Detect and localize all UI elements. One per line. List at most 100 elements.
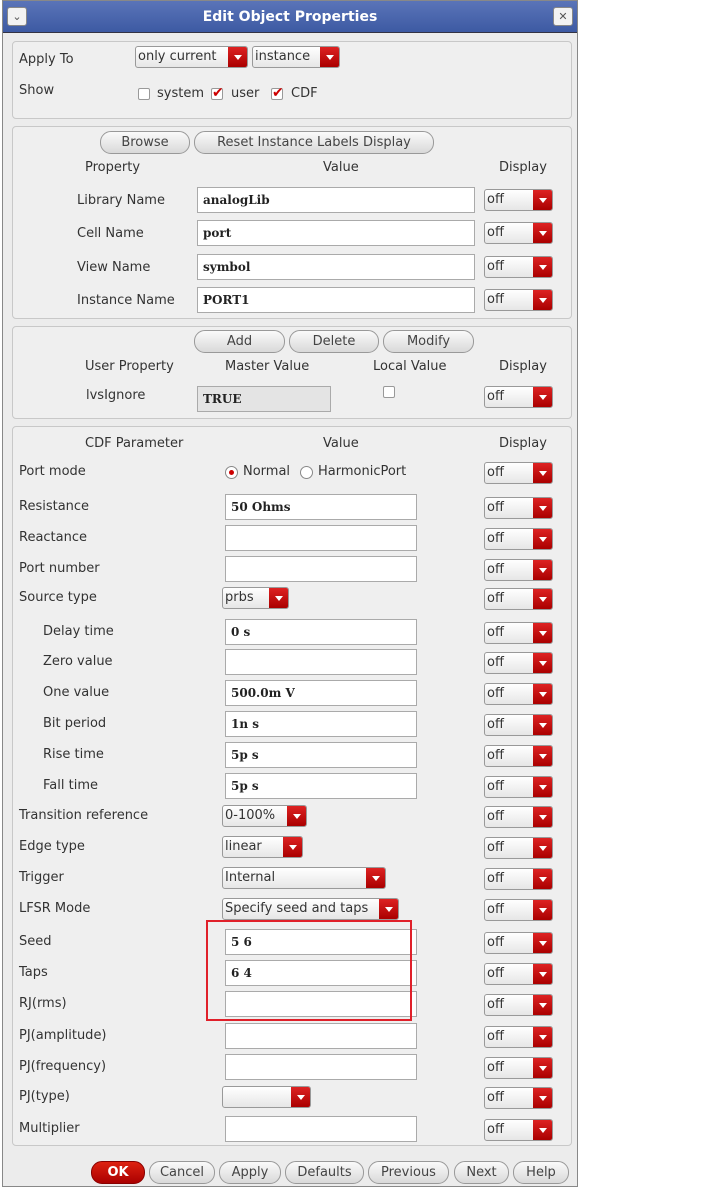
cdf-value-field[interactable]: 6 4 [225, 960, 417, 986]
close-button[interactable]: ✕ [553, 7, 573, 26]
dropdown-arrow-icon [533, 223, 552, 243]
property-value-field[interactable]: PORT1 [197, 287, 475, 313]
display-select-value: off [487, 292, 504, 307]
dropdown-arrow-icon [533, 623, 552, 643]
cdf-parameter-label: LFSR Mode [19, 901, 91, 916]
display-select[interactable]: off [484, 806, 553, 828]
apply-type-select[interactable]: instance [252, 46, 340, 68]
display-select[interactable]: off [484, 1026, 553, 1048]
property-label: View Name [77, 260, 151, 275]
cdf-value-field[interactable]: 5p s [225, 773, 417, 799]
display-select[interactable]: off [484, 622, 553, 644]
port-mode-radio-harmonicport[interactable] [300, 466, 313, 479]
cdf-value-select[interactable]: 0-100% [222, 805, 307, 827]
display-select[interactable]: off [484, 1057, 553, 1079]
cdf-value-field[interactable] [225, 1054, 417, 1080]
apply-scope-select[interactable]: only current [135, 46, 248, 68]
cdf-value-field[interactable] [225, 991, 417, 1017]
display-select[interactable]: off [484, 963, 553, 985]
delete-button[interactable]: Delete [289, 330, 379, 353]
cdf-value-field[interactable]: 1n s [225, 711, 417, 737]
display-select[interactable]: off [484, 588, 553, 610]
display-select[interactable]: off [484, 994, 553, 1016]
cdf-value-field[interactable] [225, 649, 417, 675]
dropdown-arrow-icon [533, 838, 552, 858]
cdf-value-select-value: 0-100% [225, 808, 276, 823]
cancel-button[interactable]: Cancel [149, 1161, 215, 1184]
display-select[interactable]: off [484, 652, 553, 674]
local-value-checkbox[interactable] [383, 386, 395, 398]
display-select[interactable]: off [484, 1087, 553, 1109]
cdf-value-select[interactable]: Specify seed and taps [222, 898, 399, 920]
display-select-value: off [487, 779, 504, 794]
cdf-parameter-label: Trigger [19, 870, 64, 885]
cdf-parameter-section: CDF Parameter Value Display Port mode Nor… [12, 426, 572, 1146]
show-system-checkbox[interactable] [138, 88, 150, 100]
show-user-checkbox[interactable]: ✔ [211, 86, 224, 100]
cdf-value-select[interactable]: Internal [222, 867, 386, 889]
display-select[interactable]: off [484, 837, 553, 859]
display-select[interactable]: off [484, 1119, 553, 1141]
property-value-field[interactable]: analogLib [197, 187, 475, 213]
add-button[interactable]: Add [194, 330, 285, 353]
modify-button[interactable]: Modify [383, 330, 474, 353]
display-select[interactable]: off [484, 386, 553, 408]
dropdown-arrow-icon [533, 777, 552, 797]
display-select[interactable]: off [484, 559, 553, 581]
display-select[interactable]: off [484, 714, 553, 736]
display-select[interactable]: off [484, 932, 553, 954]
apply-section: Apply To only current instance Show syst… [12, 41, 572, 119]
window-title: Edit Object Properties [202, 9, 378, 25]
cdf-value-field[interactable] [225, 525, 417, 551]
cdf-value-select-value: Specify seed and taps [225, 901, 369, 916]
display-select-value: off [487, 997, 504, 1012]
property-value-field[interactable]: symbol [197, 254, 475, 280]
display-select[interactable]: off [484, 868, 553, 890]
display-select-value: off [487, 625, 504, 640]
dropdown-arrow-icon [533, 387, 552, 407]
cdf-value-field[interactable] [225, 1023, 417, 1049]
next-button[interactable]: Next [454, 1161, 509, 1184]
cdf-value-field[interactable]: 50 Ohms [225, 494, 417, 520]
cdf-value-field[interactable]: 500.0m V [225, 680, 417, 706]
help-button[interactable]: Help [513, 1161, 569, 1184]
display-select[interactable]: off [484, 256, 553, 278]
cdf-value-select-value: Internal [225, 870, 276, 885]
dropdown-arrow-icon [533, 560, 552, 580]
cdf-value-field[interactable]: 5 6 [225, 929, 417, 955]
cdf-value-field[interactable] [225, 556, 417, 582]
display-select[interactable]: off [484, 462, 553, 484]
cdf-parameter-label: RJ(rms) [19, 996, 67, 1011]
cdf-value-select[interactable]: linear [222, 836, 303, 858]
property-value-field[interactable]: port [197, 220, 475, 246]
display-select[interactable]: off [484, 289, 553, 311]
cdf-value-field[interactable]: 0 s [225, 619, 417, 645]
dropdown-arrow-icon [533, 715, 552, 735]
user-property-header: User Property [85, 359, 174, 374]
show-cdf-checkbox[interactable]: ✔ [271, 85, 284, 101]
display-select[interactable]: off [484, 745, 553, 767]
cdf-value-select[interactable] [222, 1086, 311, 1108]
dropdown-arrow-icon [533, 529, 552, 549]
display-select[interactable]: off [484, 497, 553, 519]
cdf-value-select[interactable]: prbs [222, 587, 289, 609]
display-select[interactable]: off [484, 222, 553, 244]
apply-button[interactable]: Apply [219, 1161, 281, 1184]
display-select[interactable]: off [484, 528, 553, 550]
display-select[interactable]: off [484, 776, 553, 798]
port-mode-radio-normal[interactable] [225, 466, 238, 479]
previous-button[interactable]: Previous [368, 1161, 449, 1184]
display-select-value: off [487, 902, 504, 917]
defaults-button[interactable]: Defaults [285, 1161, 364, 1184]
checkmark-icon: ✔ [272, 85, 284, 101]
cdf-value-field[interactable]: 5p s [225, 742, 417, 768]
dropdown-arrow-icon [533, 933, 552, 953]
display-select[interactable]: off [484, 189, 553, 211]
display-select[interactable]: off [484, 683, 553, 705]
ok-button[interactable]: OK [91, 1161, 145, 1184]
display-select[interactable]: off [484, 899, 553, 921]
properties-section: Browse Reset Instance Labels Display Pro… [12, 126, 572, 319]
reset-labels-button[interactable]: Reset Instance Labels Display [194, 131, 434, 154]
browse-button[interactable]: Browse [100, 131, 190, 154]
cdf-value-field[interactable] [225, 1116, 417, 1142]
